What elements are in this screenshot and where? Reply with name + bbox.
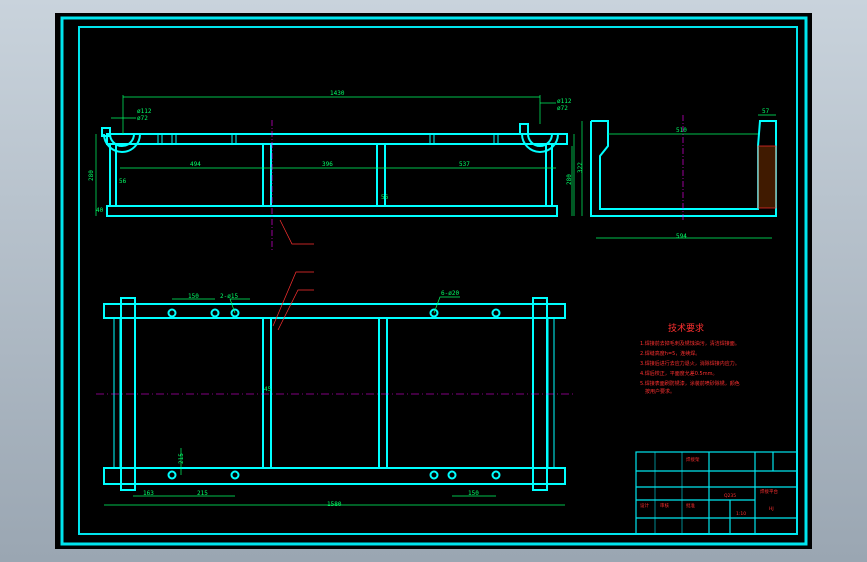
dim-40: 40 — [96, 207, 104, 214]
cad-viewport[interactable]: 1430 ø112 ø72 ø112 ø72 494 396 537 280 5… — [0, 0, 867, 562]
dim-150-top: 150 — [188, 293, 199, 300]
dim-1430: 1430 — [330, 90, 345, 97]
note-line-3: 3.焊接后进行去应力退火，消除焊接内应力。 — [640, 360, 740, 367]
dim-56-mid: 56 — [381, 194, 389, 201]
dim-phi112-left: ø112 — [137, 108, 152, 115]
tb-designer: 设计 — [640, 502, 649, 509]
dim-396: 396 — [322, 161, 333, 168]
dim-215-vertical: 215 — [178, 453, 185, 464]
dim-322: 322 — [577, 162, 584, 173]
dim-163: 163 — [143, 490, 154, 497]
tb-scale: 1:10 — [736, 511, 746, 517]
dim-45: 45 — [264, 386, 272, 393]
dim-594: 594 — [676, 233, 687, 240]
dim-510: 510 — [676, 127, 687, 134]
dim-150-bottom: 150 — [468, 490, 479, 497]
dim-2-phi15: 2-ø15 — [220, 293, 238, 300]
tb-material: Q235 — [724, 493, 736, 499]
dim-phi112-right: ø112 — [557, 98, 572, 105]
tb-part-name: 焊接架 — [686, 456, 700, 463]
tb-drawing-no: HJ — [769, 506, 774, 512]
tb-checker: 审核 — [660, 502, 669, 509]
dim-537: 537 — [459, 161, 470, 168]
dim-phi72-right: ø72 — [557, 105, 568, 112]
drawing-sheet: 1430 ø112 ø72 ø112 ø72 494 396 537 280 5… — [55, 13, 812, 549]
dim-1580: 1580 — [327, 501, 342, 508]
tb-company: 焊接平台 — [760, 488, 778, 495]
dim-215-bottom: 215 — [197, 490, 208, 497]
dim-280: 280 — [88, 170, 95, 181]
note-line-6: 按用户要求。 — [645, 388, 675, 395]
dim-6-phi20: 6-ø20 — [441, 290, 459, 297]
notes-title: 技术要求 — [668, 322, 704, 334]
side-section-hatch — [757, 145, 777, 209]
note-line-1: 1.焊接前去掉毛刺及锈蚀油污，清洁焊接面。 — [640, 340, 740, 347]
dim-56-left: 56 — [119, 178, 127, 185]
note-line-4: 4.焊后校正，平面度允差0.5mm。 — [640, 370, 717, 377]
dim-phi72-left: ø72 — [137, 115, 148, 122]
note-line-2: 2.焊缝高度h=5，连续焊。 — [640, 350, 700, 357]
dim-280-side: 280 — [566, 174, 573, 185]
tb-approver: 批准 — [686, 502, 695, 509]
note-line-5: 5.焊接表面刷防锈漆，涂装前喷砂除锈，颜色 — [640, 380, 740, 387]
dim-57: 57 — [762, 108, 770, 115]
dim-494: 494 — [190, 161, 201, 168]
